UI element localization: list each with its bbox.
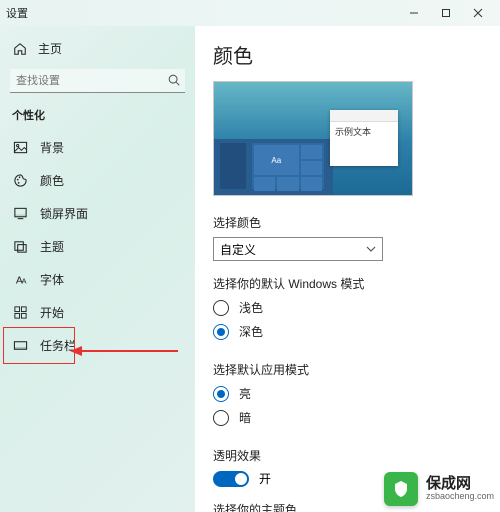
windows-mode-dark[interactable]: 深色 — [213, 323, 482, 340]
window-title: 设置 — [6, 5, 28, 21]
theme-icon — [12, 239, 28, 255]
search-wrap — [10, 69, 185, 93]
radio-label: 亮 — [239, 385, 251, 402]
app-mode-dark[interactable]: 暗 — [213, 409, 482, 426]
preview-sample-titlebar — [330, 110, 398, 122]
radio-icon — [213, 324, 229, 340]
search-input[interactable] — [10, 69, 185, 93]
svg-text:A: A — [21, 276, 26, 285]
sidebar-item-colors[interactable]: 颜色 — [0, 164, 195, 197]
radio-label: 浅色 — [239, 299, 263, 316]
sidebar-item-themes[interactable]: 主题 — [0, 230, 195, 263]
app-mode-label: 选择默认应用模式 — [213, 361, 482, 378]
windows-mode-label: 选择你的默认 Windows 模式 — [213, 275, 482, 292]
sidebar-item-fonts[interactable]: AA 字体 — [0, 263, 195, 296]
lockscreen-icon — [12, 206, 28, 222]
color-preview: Aa 示例文本 — [213, 81, 413, 196]
close-button[interactable] — [462, 0, 494, 26]
app-mode-light[interactable]: 亮 — [213, 385, 482, 402]
sidebar-item-taskbar[interactable]: 任务栏 — [0, 329, 195, 362]
watermark-text-en: zsbaocheng.com — [426, 492, 494, 502]
transparency-toggle[interactable] — [213, 471, 249, 487]
sidebar: 主页 个性化 背景 颜色 锁屏界面 — [0, 26, 195, 512]
choose-color-label: 选择颜色 — [213, 214, 482, 231]
radio-label: 暗 — [239, 409, 251, 426]
start-icon — [12, 305, 28, 321]
titlebar: 设置 — [0, 0, 500, 26]
choose-color-dropdown[interactable]: 自定义 — [213, 237, 383, 261]
preview-sample-text: 示例文本 — [330, 122, 398, 141]
radio-icon — [213, 410, 229, 426]
radio-icon — [213, 300, 229, 316]
sidebar-item-label: 任务栏 — [40, 337, 76, 354]
picture-icon — [12, 140, 28, 156]
sidebar-item-label: 锁屏界面 — [40, 205, 88, 222]
palette-icon — [12, 173, 28, 189]
home-icon — [12, 41, 28, 57]
content-area: 主页 个性化 背景 颜色 锁屏界面 — [0, 26, 500, 512]
taskbar-icon — [12, 338, 28, 354]
settings-window: 设置 主页 个性化 — [0, 0, 500, 512]
font-icon: AA — [12, 272, 28, 288]
radio-icon — [213, 386, 229, 402]
sidebar-item-label: 颜色 — [40, 172, 64, 189]
chevron-down-icon — [366, 244, 376, 254]
radio-label: 深色 — [239, 323, 263, 340]
page-title: 颜色 — [213, 40, 482, 69]
sidebar-item-label: 背景 — [40, 139, 64, 156]
sidebar-item-label: 字体 — [40, 271, 64, 288]
search-icon — [167, 73, 181, 87]
sidebar-item-start[interactable]: 开始 — [0, 296, 195, 329]
preview-start-tiles: Aa — [252, 143, 324, 189]
toggle-value: 开 — [259, 470, 271, 487]
nav-list: 背景 颜色 锁屏界面 主题 AA 字体 — [0, 131, 195, 362]
watermark-badge-icon — [384, 472, 418, 506]
windows-mode-light[interactable]: 浅色 — [213, 299, 482, 316]
transparency-label: 透明效果 — [213, 447, 482, 464]
sidebar-item-label: 开始 — [40, 304, 64, 321]
watermark-text-cn: 保成网 — [426, 476, 494, 493]
sidebar-item-label: 主题 — [40, 238, 64, 255]
sidebar-item-lockscreen[interactable]: 锁屏界面 — [0, 197, 195, 230]
minimize-button[interactable] — [398, 0, 430, 26]
maximize-button[interactable] — [430, 0, 462, 26]
preview-sample-window: 示例文本 — [330, 110, 398, 166]
home-link[interactable]: 主页 — [0, 34, 195, 63]
dropdown-value: 自定义 — [220, 241, 256, 258]
main-panel: 颜色 Aa 示例文本 选择颜色 自定义 — [195, 26, 500, 512]
preview-start-column — [220, 143, 246, 189]
sidebar-item-background[interactable]: 背景 — [0, 131, 195, 164]
home-label: 主页 — [38, 40, 62, 57]
preview-tile-large: Aa — [254, 145, 299, 175]
watermark: 保成网 zsbaocheng.com — [384, 472, 494, 506]
section-label: 个性化 — [0, 103, 195, 131]
